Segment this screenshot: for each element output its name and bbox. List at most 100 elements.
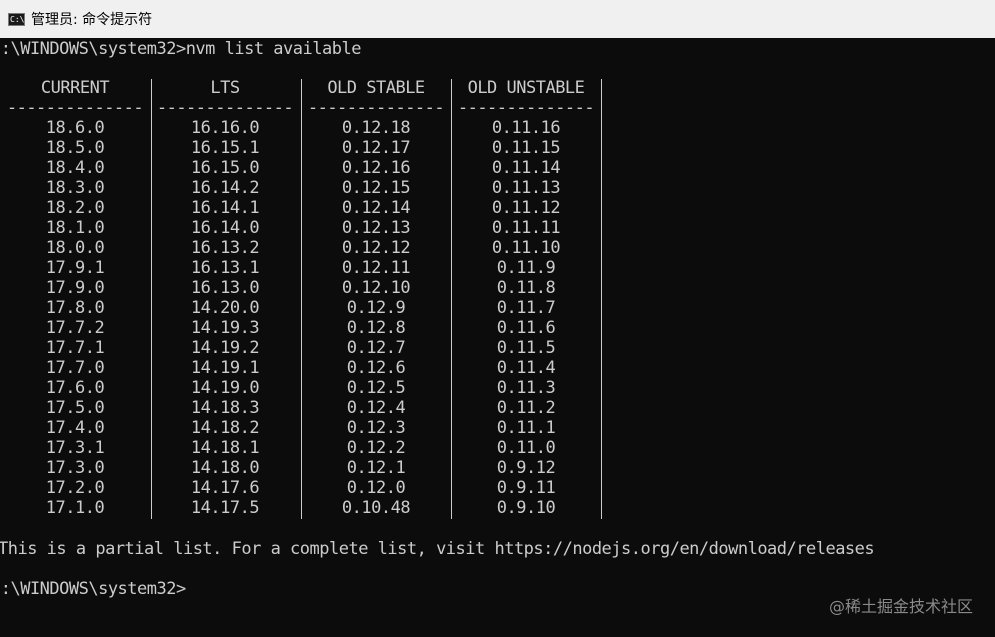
version-cell: 0.12.3 [346, 418, 406, 438]
header-divider: -------------- [156, 98, 294, 118]
version-cell: 0.11.1 [496, 418, 556, 438]
version-cell: 14.19.3 [190, 318, 260, 338]
version-cell: 0.12.2 [346, 438, 406, 458]
version-cell: 17.1.0 [45, 498, 105, 518]
version-cell: 17.5.0 [45, 398, 105, 418]
version-cell: 0.12.11 [341, 258, 411, 278]
version-cell: 0.12.18 [341, 118, 411, 138]
version-cell: 0.11.5 [496, 338, 556, 358]
version-cell: 14.19.2 [190, 338, 260, 358]
watermark-text: @稀土掘金技术社区 [828, 597, 973, 616]
version-cell: 16.13.1 [190, 258, 260, 278]
version-cell: 0.11.3 [496, 378, 556, 398]
column-header: OLD STABLE [327, 78, 425, 98]
column-old-stable: OLD STABLE -------------- 0.12.18 0.12.17 0.… [301, 78, 451, 518]
title-bar[interactable]: C:\ 管理员: 命令提示符 [0, 0, 995, 38]
version-cell: 18.6.0 [45, 118, 105, 138]
column-header: LTS [210, 78, 240, 98]
version-cell: 17.7.0 [45, 358, 105, 378]
column-header: OLD UNSTABLE [467, 78, 585, 98]
version-cell: 16.14.0 [190, 218, 260, 238]
version-cell: 0.11.11 [491, 218, 561, 238]
column-separator [301, 79, 302, 519]
cmd-window: C:\ 管理员: 命令提示符 C:\WINDOWS\system32>nvm l… [0, 0, 995, 637]
version-cell: 14.20.0 [190, 298, 260, 318]
version-cell: 0.12.4 [346, 398, 406, 418]
version-cell: 0.10.48 [341, 498, 411, 518]
version-cell: 17.9.0 [45, 278, 105, 298]
version-cell: 14.18.2 [190, 418, 260, 438]
command-line: C:\WINDOWS\system32>nvm list available [0, 39, 361, 59]
version-cell: 0.12.5 [346, 378, 406, 398]
version-cell: 0.12.1 [346, 458, 406, 478]
version-cell: 17.9.1 [45, 258, 105, 278]
version-cell: 14.18.1 [190, 438, 260, 458]
version-cell: 14.18.3 [190, 398, 260, 418]
version-cell: 18.0.0 [45, 238, 105, 258]
version-cell: 0.9.12 [496, 458, 556, 478]
version-cell: 17.4.0 [45, 418, 105, 438]
version-cell: 0.11.6 [496, 318, 556, 338]
cmd-icon: C:\ [8, 12, 25, 26]
header-divider: -------------- [307, 98, 445, 118]
version-cell: 0.12.12 [341, 238, 411, 258]
version-cell: 17.3.0 [45, 458, 105, 478]
version-cell: 14.17.5 [190, 498, 260, 518]
version-cell: 0.11.7 [496, 298, 556, 318]
header-divider: -------------- [457, 98, 595, 118]
version-cell: 0.11.13 [491, 178, 561, 198]
version-cell: 18.4.0 [45, 158, 105, 178]
version-cell: 0.12.7 [346, 338, 406, 358]
version-cell: 0.12.17 [341, 138, 411, 158]
column-separator [451, 79, 452, 519]
column-header: CURRENT [40, 78, 110, 98]
column-lts: LTS -------------- 16.16.0 16.15.1 16.15.0 16… [150, 78, 300, 518]
version-cell: 17.7.1 [45, 338, 105, 358]
version-cell: 14.19.0 [190, 378, 260, 398]
version-cell: 16.15.1 [190, 138, 260, 158]
version-cell: 18.3.0 [45, 178, 105, 198]
version-cell: 0.12.0 [346, 478, 406, 498]
version-cell: 17.3.1 [45, 438, 105, 458]
version-cell: 0.12.14 [341, 198, 411, 218]
column-separator [601, 79, 602, 519]
column-separator [151, 79, 152, 519]
version-cell: 17.7.2 [45, 318, 105, 338]
version-cell: 0.12.8 [346, 318, 406, 338]
version-cell: 0.11.15 [491, 138, 561, 158]
version-cell: 0.11.16 [491, 118, 561, 138]
version-cell: 14.17.6 [190, 478, 260, 498]
version-cell: 0.11.12 [491, 198, 561, 218]
version-cell: 18.5.0 [45, 138, 105, 158]
version-cell: 0.12.9 [346, 298, 406, 318]
version-cell: 16.13.0 [190, 278, 260, 298]
header-divider: -------------- [6, 98, 144, 118]
version-cell: 14.18.0 [190, 458, 260, 478]
version-cell: 0.11.2 [496, 398, 556, 418]
version-cell: 18.1.0 [45, 218, 105, 238]
terminal-output[interactable]: C:\WINDOWS\system32>nvm list available C… [0, 38, 995, 637]
column-old-unstable: OLD UNSTABLE -------------- 0.11.16 0.11.15… [451, 78, 601, 518]
version-cell: 0.9.10 [496, 498, 556, 518]
version-cell: 0.12.16 [341, 158, 411, 178]
version-cell: 0.12.15 [341, 178, 411, 198]
version-cell: 0.11.14 [491, 158, 561, 178]
footer-note: This is a partial list. For a complete l… [0, 539, 875, 559]
version-cell: 0.9.11 [496, 478, 556, 498]
version-cell: 14.19.1 [190, 358, 260, 378]
version-cell: 18.2.0 [45, 198, 105, 218]
version-cell: 0.11.0 [496, 438, 556, 458]
prompt-line[interactable]: C:\WINDOWS\system32> [0, 579, 186, 599]
version-cell: 16.16.0 [190, 118, 260, 138]
version-cell: 17.2.0 [45, 478, 105, 498]
version-cell: 0.11.4 [496, 358, 556, 378]
version-cell: 16.14.1 [190, 198, 260, 218]
version-cell: 0.12.13 [341, 218, 411, 238]
version-cell: 16.15.0 [190, 158, 260, 178]
version-cell: 0.12.10 [341, 278, 411, 298]
version-cell: 0.12.6 [346, 358, 406, 378]
version-cell: 17.8.0 [45, 298, 105, 318]
window-title: 管理员: 命令提示符 [31, 12, 153, 28]
version-cell: 17.6.0 [45, 378, 105, 398]
version-cell: 0.11.8 [496, 278, 556, 298]
